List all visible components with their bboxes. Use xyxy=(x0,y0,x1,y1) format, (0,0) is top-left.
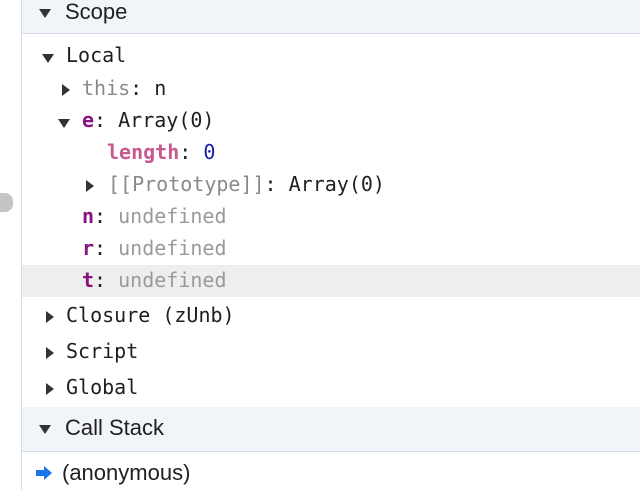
triangle-right-icon xyxy=(46,347,54,359)
scope-section-label: Scope xyxy=(65,0,128,24)
triangle-right-icon xyxy=(46,383,54,395)
triangle-down-icon xyxy=(42,54,54,63)
triangle-right-icon xyxy=(86,180,94,192)
var-name: e xyxy=(82,108,95,132)
var-name: r xyxy=(82,236,95,260)
left-gutter xyxy=(0,0,22,490)
triangle-down-icon xyxy=(39,425,51,434)
scope-var-e-row[interactable]: e: Array(0) xyxy=(22,105,640,137)
var-name: this xyxy=(82,76,131,100)
scope-prop-length-row[interactable]: length: 0 xyxy=(22,137,640,169)
scope-script-row[interactable]: Script xyxy=(22,336,640,368)
scope-local-label: Local xyxy=(66,43,127,67)
debugger-sidebar-panel: Scope Local this: n e: Array(0) length: … xyxy=(22,0,640,490)
var-name: t xyxy=(82,268,95,292)
prop-name: length xyxy=(107,140,180,164)
prop-name: [[Prototype]] xyxy=(108,172,265,196)
scope-var-t-row[interactable]: t: undefined xyxy=(22,265,640,297)
call-stack-section-header[interactable]: Call Stack xyxy=(22,407,640,452)
var-value: undefined xyxy=(118,268,227,292)
triangle-right-icon xyxy=(46,311,54,323)
scope-var-r-row[interactable]: r: undefined xyxy=(22,233,640,265)
prop-value: Array(0) xyxy=(288,172,385,196)
var-value: undefined xyxy=(118,236,227,260)
call-frame-row[interactable]: (anonymous) xyxy=(22,456,640,490)
scope-global-label: Global xyxy=(66,375,139,399)
prop-value: 0 xyxy=(203,140,216,164)
scope-closure-row[interactable]: Closure (zUnb) xyxy=(22,300,640,332)
call-frame-label: (anonymous) xyxy=(62,460,191,485)
scope-local-row[interactable]: Local xyxy=(22,40,640,72)
scope-prop-prototype-row[interactable]: [[Prototype]]: Array(0) xyxy=(22,169,640,201)
triangle-down-icon xyxy=(58,119,70,128)
var-value: Array(0) xyxy=(118,108,215,132)
call-stack-section-label: Call Stack xyxy=(65,415,165,440)
var-value: n xyxy=(154,76,167,100)
current-frame-arrow-icon xyxy=(36,466,52,480)
scope-var-n-row[interactable]: n: undefined xyxy=(22,201,640,233)
var-value: undefined xyxy=(118,204,227,228)
triangle-down-icon xyxy=(39,9,51,18)
scope-script-label: Script xyxy=(66,339,139,363)
scope-section-header[interactable]: Scope xyxy=(22,0,640,34)
scope-var-this-row[interactable]: this: n xyxy=(22,73,640,105)
var-name: n xyxy=(82,204,95,228)
scope-global-row[interactable]: Global xyxy=(22,372,640,404)
triangle-right-icon xyxy=(62,84,70,96)
scope-closure-label: Closure (zUnb) xyxy=(66,303,235,327)
resize-handle[interactable] xyxy=(0,193,13,212)
